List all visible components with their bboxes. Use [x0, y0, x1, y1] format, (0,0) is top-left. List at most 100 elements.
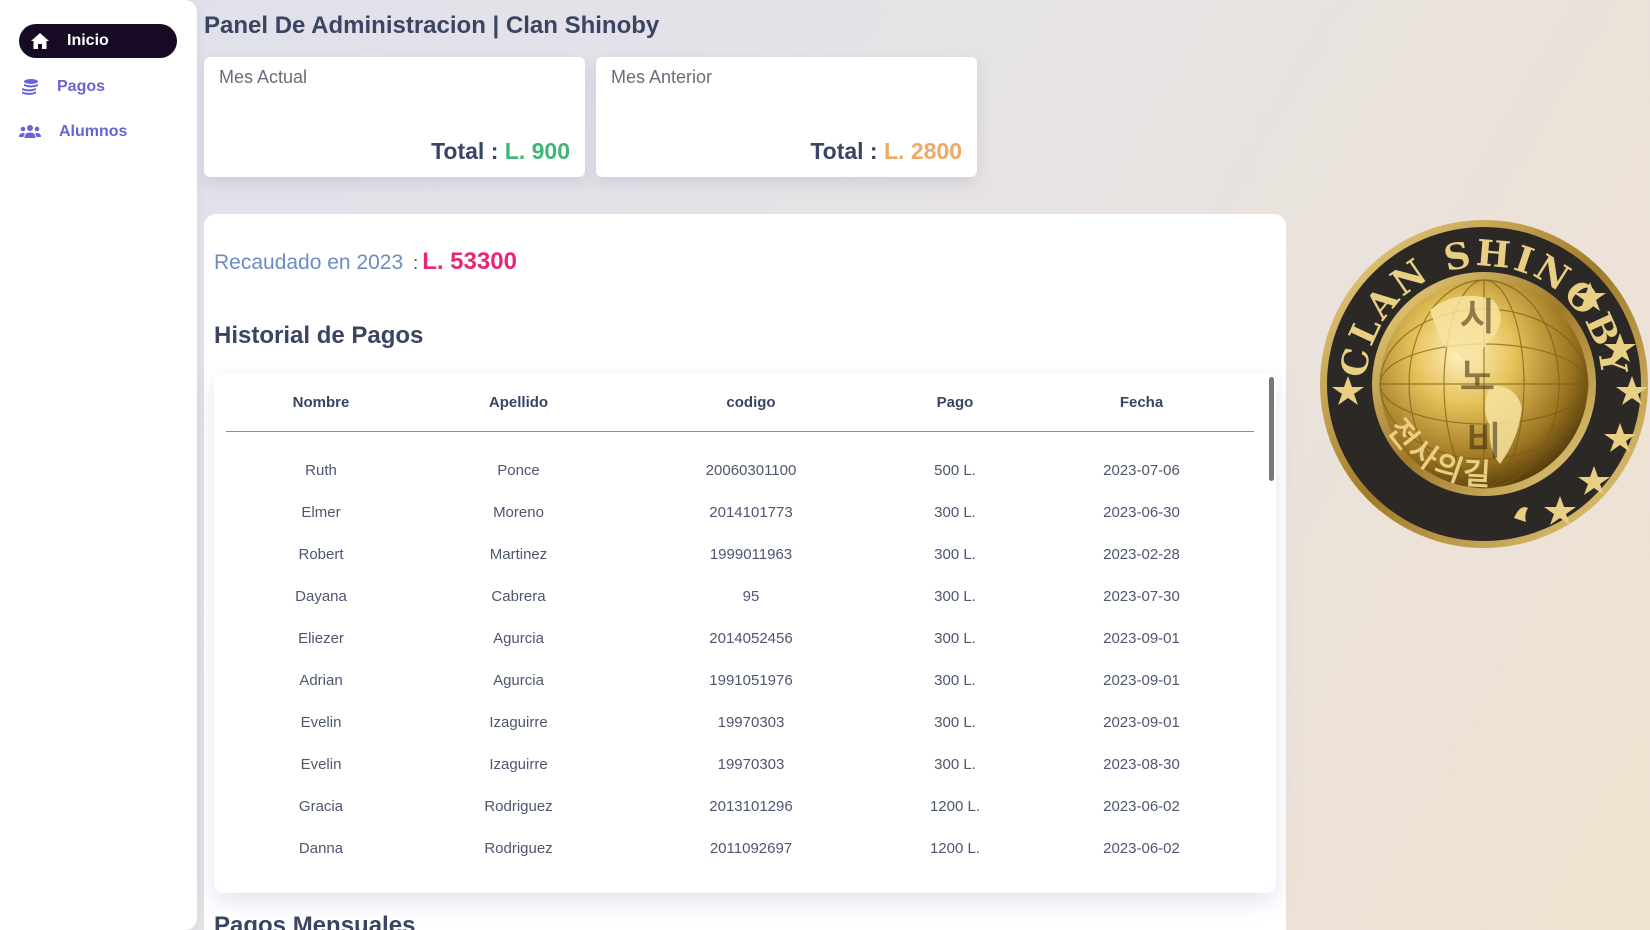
cell-apellido: Izaguirre — [489, 713, 548, 731]
table-row: Robert Martinez 1999011963 300 L. 2023-02-28 — [226, 533, 1254, 575]
cell-pago: 300 L. — [934, 629, 976, 647]
sidebar-item-alumnos[interactable]: Alumnos — [19, 115, 127, 149]
yearly-summary-label: Recaudado en 2023 — [214, 251, 404, 274]
card-total-value: L. 2800 — [884, 138, 962, 164]
table-row: Gracia Rodriguez 2013101296 1200 L. 2023-06-… — [226, 785, 1254, 827]
cell-fecha: 2023-08-30 — [1103, 755, 1180, 773]
cell-codigo: 2011092697 — [709, 839, 793, 857]
cell-pago: 300 L. — [934, 671, 976, 689]
cell-fecha: 2023-06-02 — [1103, 797, 1180, 815]
cell-codigo: 1999011963 — [709, 545, 793, 563]
column-header: Fecha — [1119, 393, 1164, 411]
cell-pago: 1200 L. — [929, 839, 981, 857]
logo-glyph: 시 — [1460, 295, 1495, 339]
cell-nombre: Ruth — [305, 461, 337, 479]
sidebar-item-label: Alumnos — [59, 123, 128, 140]
cell-pago: 300 L. — [934, 503, 976, 521]
table-header: Nombre Apellido codigo Pago Fecha — [226, 373, 1254, 432]
table-row: Eliezer Agurcia 2014052456 300 L. 2023-09-01 — [226, 617, 1254, 659]
cell-codigo: 2014101773 — [709, 503, 793, 521]
current-month-card: Mes Actual Total : L. 900 — [204, 57, 585, 177]
card-title: Mes Anterior — [611, 67, 713, 87]
card-total: Total : L. 900 — [431, 138, 570, 165]
cell-fecha: 2023-09-01 — [1103, 713, 1180, 731]
cell-apellido: Ponce — [497, 461, 540, 479]
yearly-summary-value: L. 53300 — [422, 248, 517, 275]
column-header: codigo — [726, 393, 776, 411]
column-header: Nombre — [292, 393, 350, 411]
card-total: Total : L. 2800 — [810, 138, 962, 165]
card-total-label: Total : — [810, 138, 878, 164]
cell-codigo: 2013101296 — [709, 797, 793, 815]
table-row: Ruth Ponce 20060301100 500 L. 2023-07-06 — [226, 449, 1254, 491]
cell-pago: 300 L. — [934, 755, 976, 773]
table-body: Ruth Ponce 20060301100 500 L. 2023-07-06 Elme… — [226, 449, 1254, 869]
monthly-payments-title: Pagos Mensuales — [214, 912, 416, 930]
svg-text:시 노 비: 시 노 비 — [1460, 295, 1508, 463]
home-icon — [29, 31, 51, 51]
cell-nombre: Robert — [298, 545, 344, 563]
cell-apellido: Agurcia — [493, 629, 544, 647]
cell-apellido: Izaguirre — [489, 755, 548, 773]
cell-nombre: Evelin — [300, 755, 342, 773]
cell-fecha: 2023-06-30 — [1103, 503, 1180, 521]
card-title: Mes Actual — [219, 67, 308, 87]
coins-icon — [19, 77, 41, 97]
table-row: Adrian Agurcia 1991051976 300 L. 2023-09-01 — [226, 659, 1254, 701]
card-total-label: Total : — [431, 138, 499, 164]
sidebar-item-pagos[interactable]: Pagos — [19, 70, 105, 104]
cell-fecha: 2023-09-01 — [1103, 671, 1180, 689]
sidebar-item-label: Pagos — [57, 78, 106, 95]
clan-logo: 시 노 비 CLAN SHINOBY 전사의길 — [1318, 218, 1650, 550]
column-header: Apellido — [488, 393, 549, 411]
cell-pago: 1200 L. — [929, 797, 981, 815]
column-header: Pago — [936, 393, 974, 411]
cell-nombre: Dayana — [295, 587, 347, 605]
logo-glyph: 비 — [1467, 419, 1502, 463]
cell-nombre: Danna — [298, 839, 344, 857]
cell-apellido: Agurcia — [493, 671, 544, 689]
history-title: Historial de Pagos — [214, 322, 424, 349]
main-panel: Recaudado en 2023 : L. 53300 Historial d… — [204, 214, 1286, 930]
cell-nombre: Elmer — [301, 503, 341, 521]
cell-pago: 300 L. — [934, 545, 976, 563]
sidebar-item-label: Inicio — [67, 32, 109, 49]
cell-codigo: 2014052456 — [709, 629, 793, 647]
cell-codigo: 95 — [742, 587, 760, 605]
cell-nombre: Evelin — [300, 713, 342, 731]
users-icon — [19, 122, 41, 142]
cell-nombre: Adrian — [299, 671, 343, 689]
cell-pago: 300 L. — [934, 713, 976, 731]
yearly-summary-separator: : — [413, 253, 419, 273]
previous-month-card: Mes Anterior Total : L. 2800 — [596, 57, 977, 177]
logo-glyph: 노 — [1460, 355, 1495, 399]
yearly-summary: Recaudado en 2023 : L. 53300 — [214, 248, 517, 276]
page-title: Panel De Administracion | Clan Shinoby — [204, 12, 660, 39]
cell-fecha: 2023-07-06 — [1103, 461, 1180, 479]
card-total-value: L. 900 — [504, 138, 570, 164]
sidebar-item-inicio[interactable]: Inicio — [19, 24, 177, 58]
cell-apellido: Cabrera — [491, 587, 546, 605]
cell-codigo: 20060301100 — [705, 461, 797, 479]
cell-pago: 500 L. — [934, 461, 976, 479]
cell-codigo: 19970303 — [717, 755, 785, 773]
cell-apellido: Martinez — [489, 545, 548, 563]
history-table[interactable]: Nombre Apellido codigo Pago Fecha Ruth Po… — [214, 373, 1276, 893]
table-row: Dayana Cabrera 95 300 L. 2023-07-30 — [226, 575, 1254, 617]
cell-apellido: Rodriguez — [484, 797, 553, 815]
table-row: Elmer Moreno 2014101773 300 L. 2023-06-30 — [226, 491, 1254, 533]
cell-fecha: 2023-07-30 — [1103, 587, 1180, 605]
cell-nombre: Eliezer — [298, 629, 344, 647]
cell-codigo: 1991051976 — [709, 671, 793, 689]
cell-fecha: 2023-02-28 — [1103, 545, 1180, 563]
table-row: Danna Rodriguez 2011092697 1200 L. 2023-06-0… — [226, 827, 1254, 869]
cell-apellido: Moreno — [493, 503, 544, 521]
table-row: Evelin Izaguirre 19970303 300 L. 2023-09-01 — [226, 701, 1254, 743]
cell-fecha: 2023-09-01 — [1103, 629, 1180, 647]
cell-fecha: 2023-06-02 — [1103, 839, 1180, 857]
cell-apellido: Rodriguez — [484, 839, 553, 857]
table-scrollbar[interactable] — [1269, 377, 1274, 481]
cell-codigo: 19970303 — [717, 713, 785, 731]
cell-pago: 300 L. — [934, 587, 976, 605]
cell-nombre: Gracia — [298, 797, 344, 815]
